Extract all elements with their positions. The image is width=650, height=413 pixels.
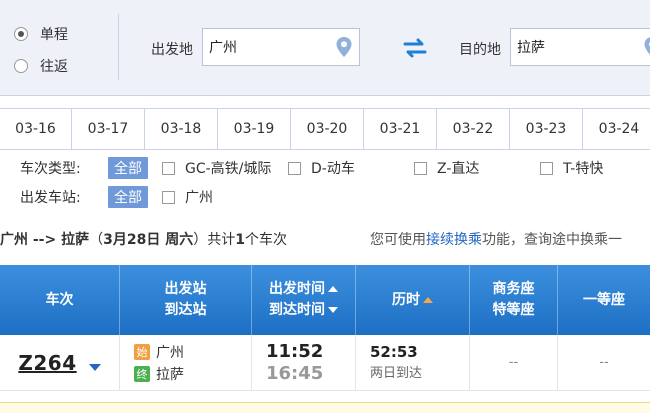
date-tab[interactable]: 03-23 [510, 109, 583, 149]
trip-type-oneway[interactable]: 单程 [14, 18, 68, 50]
business-seat-cell: -- [470, 335, 558, 390]
result-summary: 广州 --> 拉萨（3月28日 周六）共计1个车次 您可使用接续换乘功能，查询途… [0, 229, 650, 253]
header-train: 车次 [0, 265, 120, 335]
train-type-filter: 车次类型: 全部 GC-高铁/城际 D-动车 Z-直达 T-特快 [20, 156, 603, 180]
date-tab[interactable]: 03-20 [291, 109, 364, 149]
gc-checkbox[interactable] [162, 161, 175, 175]
sort-up-icon[interactable] [328, 286, 338, 292]
departure-station-filter: 出发车站: 全部 广州 [20, 185, 213, 209]
divider [118, 14, 119, 80]
chevron-down-icon[interactable] [88, 364, 101, 371]
table-row: Z264 始 广州 终 拉萨 11:52 16:45 52:53 两日到达 --… [0, 335, 650, 391]
location-pin-icon[interactable] [335, 36, 353, 58]
swap-icon[interactable] [402, 36, 428, 60]
train-number-link[interactable]: Z264 [18, 351, 76, 375]
duration-cell: 52:53 两日到达 [356, 335, 470, 390]
date-tab[interactable]: 03-22 [437, 109, 510, 149]
from-input[interactable]: 广州 [202, 28, 360, 66]
arrive-note: 两日到达 [370, 365, 423, 381]
d-checkbox[interactable] [288, 161, 301, 175]
z-checkbox[interactable] [414, 161, 427, 175]
result-count: 1 [235, 232, 245, 248]
station-label: 出发车站: [20, 190, 81, 206]
depart-time: 11:52 [266, 340, 324, 362]
date-tab[interactable]: 03-18 [145, 109, 218, 149]
to-input[interactable]: 拉萨 [510, 28, 650, 66]
transfer-link[interactable]: 接续换乘 [426, 232, 482, 248]
from-station[interactable]: 始 广州 [134, 341, 184, 363]
sort-up-icon[interactable] [423, 296, 433, 303]
date-tabs: 03-16 03-17 03-18 03-19 03-20 03-21 03-2… [0, 108, 650, 150]
train-cell: Z264 [0, 335, 120, 390]
date-tab[interactable]: 03-21 [364, 109, 437, 149]
sort-depart[interactable]: 出发时间 [269, 281, 325, 297]
header-times[interactable]: 出发时间 到达时间 [252, 265, 356, 335]
roundtrip-radio[interactable] [14, 59, 28, 73]
t-label: T-特快 [563, 161, 604, 177]
duration-value: 52:53 [370, 342, 418, 361]
d-label: D-动车 [311, 161, 355, 177]
to-label: 目的地 [459, 42, 501, 58]
sort-arrive[interactable]: 到达时间 [269, 302, 325, 318]
gc-label: GC-高铁/城际 [185, 161, 272, 177]
stations-cell: 始 广州 终 拉萨 [120, 335, 252, 390]
header-stations: 出发站 到达站 [120, 265, 252, 335]
to-value: 拉萨 [517, 40, 545, 56]
filter-d[interactable]: D-动车 [288, 158, 414, 178]
from-label: 出发地 [151, 42, 193, 58]
train-type-all-button[interactable]: 全部 [108, 157, 148, 179]
location-pin-icon[interactable] [643, 36, 650, 58]
header-first-class: 一等座 [583, 291, 625, 308]
date-tab[interactable]: 03-24 [583, 109, 650, 149]
date-tab[interactable]: 03-19 [218, 109, 291, 149]
to-station[interactable]: 终 拉萨 [134, 363, 184, 385]
trip-type-group: 单程 往返 [14, 18, 68, 82]
station-checkbox[interactable] [162, 190, 175, 204]
oneway-radio[interactable] [14, 27, 28, 41]
from-value: 广州 [209, 40, 237, 56]
transfer-tip: 您可使用接续换乘功能，查询途中换乘一 [370, 232, 622, 248]
header-duration[interactable]: 历时 [356, 265, 470, 335]
search-panel: 单程 往返 出发地 广州 目的地 拉萨 [0, 0, 650, 96]
station-checkbox-label: 广州 [185, 190, 213, 206]
station-all-button[interactable]: 全部 [108, 186, 148, 208]
date-tab[interactable]: 03-16 [0, 109, 72, 149]
filter-t[interactable]: T-特快 [540, 158, 603, 178]
arrive-time: 16:45 [266, 362, 324, 384]
sort-down-icon[interactable] [328, 307, 338, 313]
results-table-header: 车次 出发站 到达站 出发时间 到达时间 历时 商务座 特等座 一等座 [0, 265, 650, 335]
times-cell: 11:52 16:45 [252, 335, 356, 390]
date-tab[interactable]: 03-17 [72, 109, 145, 149]
t-checkbox[interactable] [540, 161, 553, 175]
z-label: Z-直达 [437, 161, 480, 177]
oneway-label: 单程 [40, 27, 68, 43]
roundtrip-label: 往返 [40, 59, 68, 75]
header-business: 商务座 特等座 [470, 265, 558, 335]
trip-type-roundtrip[interactable]: 往返 [14, 50, 68, 82]
filter-z[interactable]: Z-直达 [414, 158, 540, 178]
first-class-cell: -- [599, 355, 609, 370]
end-badge: 终 [134, 365, 150, 382]
filter-station-guangzhou[interactable]: 广州 [162, 187, 213, 207]
route-text: 广州 --> 拉萨 [0, 232, 90, 248]
filter-gc[interactable]: GC-高铁/城际 [162, 158, 288, 178]
notice-bar [0, 402, 650, 413]
start-badge: 始 [134, 343, 150, 360]
search-date: 3月28日 周六 [103, 232, 194, 248]
train-type-label: 车次类型: [20, 161, 81, 177]
